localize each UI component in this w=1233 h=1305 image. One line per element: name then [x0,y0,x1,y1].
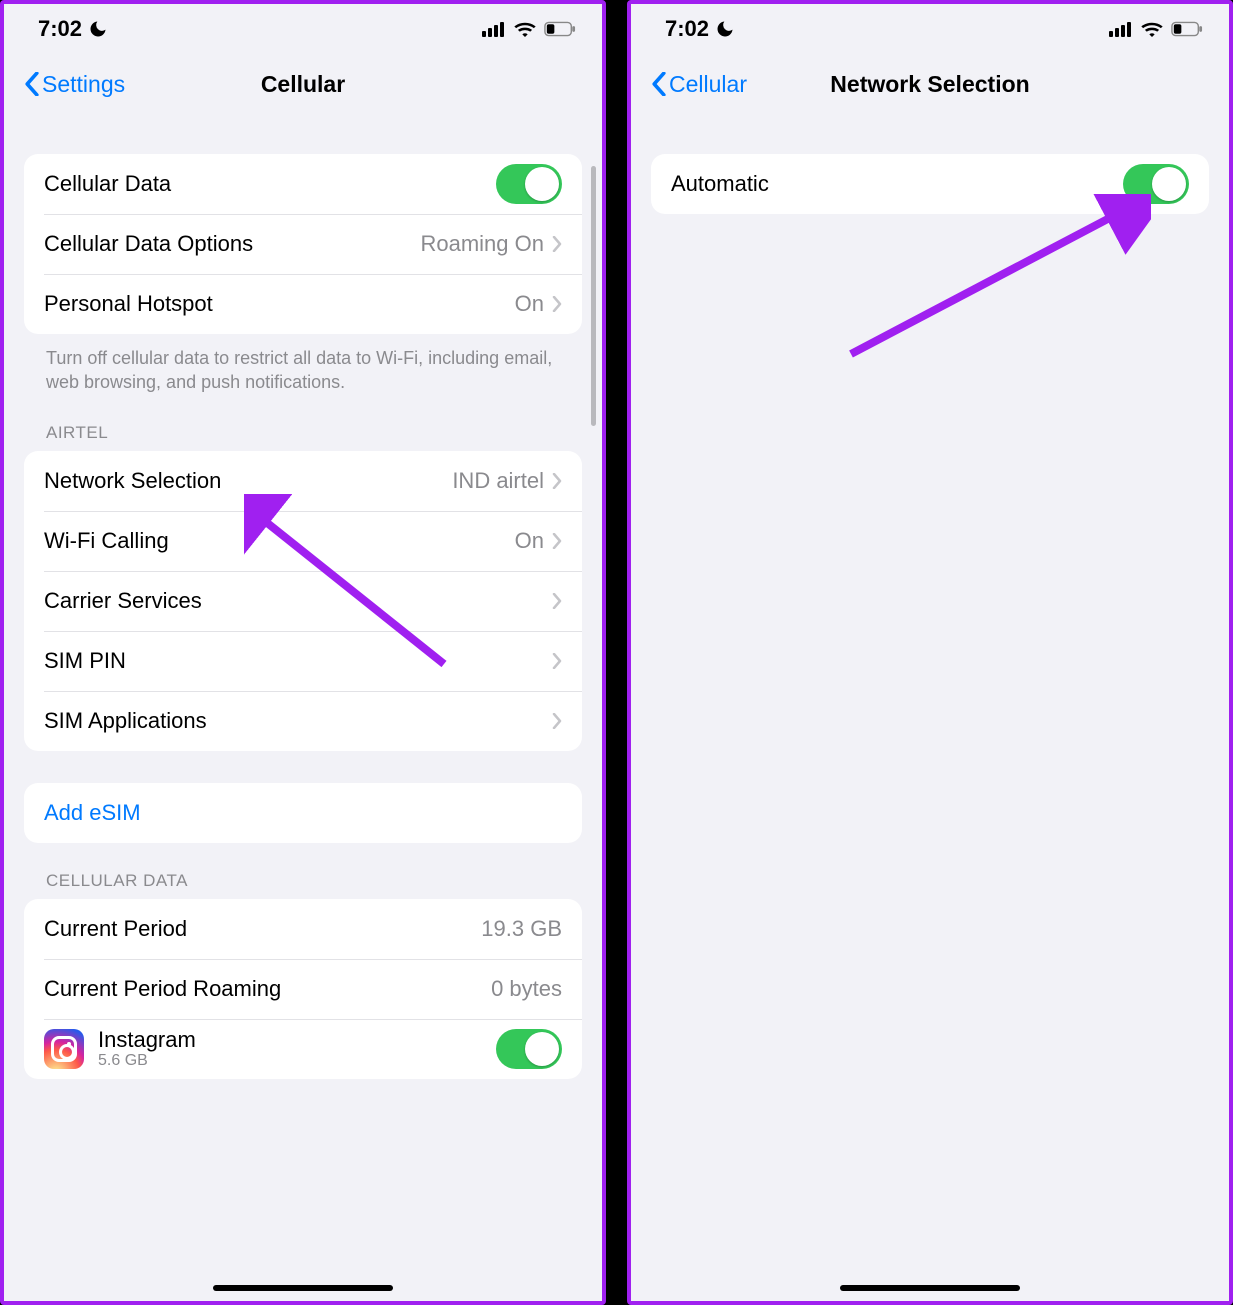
battery-icon [1171,21,1203,37]
status-time: 7:02 [665,16,709,42]
cellular-main-group: Cellular Data Cellular Data Options Roam… [24,154,582,334]
back-button[interactable]: Settings [24,71,125,98]
carrier-services-label: Carrier Services [44,588,552,614]
back-button[interactable]: Cellular [651,71,747,98]
cellular-signal-icon [482,21,506,37]
cellular-data-options-label: Cellular Data Options [44,231,420,257]
current-period-roaming-row[interactable]: Current Period Roaming 0 bytes [24,959,582,1019]
carrier-group: Network Selection IND airtel Wi-Fi Calli… [24,451,582,751]
network-selection-value: IND airtel [452,468,544,494]
cellular-signal-icon [1109,21,1133,37]
sim-pin-label: SIM PIN [44,648,552,674]
app-usage-row-instagram[interactable]: Instagram 5.6 GB [24,1019,582,1079]
phone-cellular: 7:02 Settings Cellular [0,0,606,1305]
network-selection-label: Network Selection [44,468,452,494]
cellular-data-options-value: Roaming On [420,231,544,257]
battery-icon [544,21,576,37]
usage-group: Current Period 19.3 GB Current Period Ro… [24,899,582,1079]
personal-hotspot-label: Personal Hotspot [44,291,515,317]
add-esim-button[interactable]: Add eSIM [24,783,582,843]
nav-header: Cellular Network Selection [631,54,1229,114]
status-bar: 7:02 [4,4,602,54]
wifi-calling-row[interactable]: Wi-Fi Calling On [24,511,582,571]
annotation-arrow-icon [831,194,1151,364]
chevron-right-icon [552,653,562,669]
carrier-services-row[interactable]: Carrier Services [24,571,582,631]
chevron-right-icon [552,713,562,729]
sim-pin-row[interactable]: SIM PIN [24,631,582,691]
status-bar: 7:02 [631,4,1229,54]
current-period-label: Current Period [44,916,481,942]
cellular-data-footer: Turn off cellular data to restrict all d… [24,334,582,395]
add-esim-group: Add eSIM [24,783,582,843]
automatic-row[interactable]: Automatic [651,154,1209,214]
app-data-toggle[interactable] [496,1029,562,1069]
chevron-right-icon [552,593,562,609]
current-period-roaming-label: Current Period Roaming [44,976,491,1002]
cellular-data-toggle[interactable] [496,164,562,204]
phone-network-selection: 7:02 Cellular Network Selection [627,0,1233,1305]
cellular-data-row[interactable]: Cellular Data [24,154,582,214]
automatic-toggle[interactable] [1123,164,1189,204]
current-period-roaming-value: 0 bytes [491,976,562,1002]
chevron-right-icon [552,533,562,549]
back-label: Cellular [669,71,747,98]
sim-applications-label: SIM Applications [44,708,552,734]
wifi-calling-label: Wi-Fi Calling [44,528,515,554]
do-not-disturb-icon [88,19,108,39]
cellular-data-label: Cellular Data [44,171,496,197]
do-not-disturb-icon [715,19,735,39]
current-period-value: 19.3 GB [481,916,562,942]
chevron-right-icon [552,473,562,489]
cellular-data-usage-header: CELLULAR DATA [24,843,582,899]
back-label: Settings [42,71,125,98]
current-period-row[interactable]: Current Period 19.3 GB [24,899,582,959]
personal-hotspot-value: On [515,291,544,317]
app-usage-size: 5.6 GB [98,1052,196,1070]
wifi-calling-value: On [515,528,544,554]
network-selection-group: Automatic [651,154,1209,214]
status-time: 7:02 [38,16,82,42]
add-esim-label: Add eSIM [44,800,562,826]
chevron-right-icon [552,236,562,252]
nav-header: Settings Cellular [4,54,602,114]
chevron-right-icon [552,296,562,312]
network-selection-row[interactable]: Network Selection IND airtel [24,451,582,511]
scroll-indicator[interactable] [591,166,596,426]
home-indicator[interactable] [840,1285,1020,1291]
instagram-icon [44,1029,84,1069]
wifi-icon [1141,21,1163,37]
wifi-icon [514,21,536,37]
sim-applications-row[interactable]: SIM Applications [24,691,582,751]
personal-hotspot-row[interactable]: Personal Hotspot On [24,274,582,334]
automatic-label: Automatic [671,171,1123,197]
home-indicator[interactable] [213,1285,393,1291]
cellular-data-options-row[interactable]: Cellular Data Options Roaming On [24,214,582,274]
app-name: Instagram [98,1028,196,1052]
carrier-section-header: AIRTEL [24,395,582,451]
